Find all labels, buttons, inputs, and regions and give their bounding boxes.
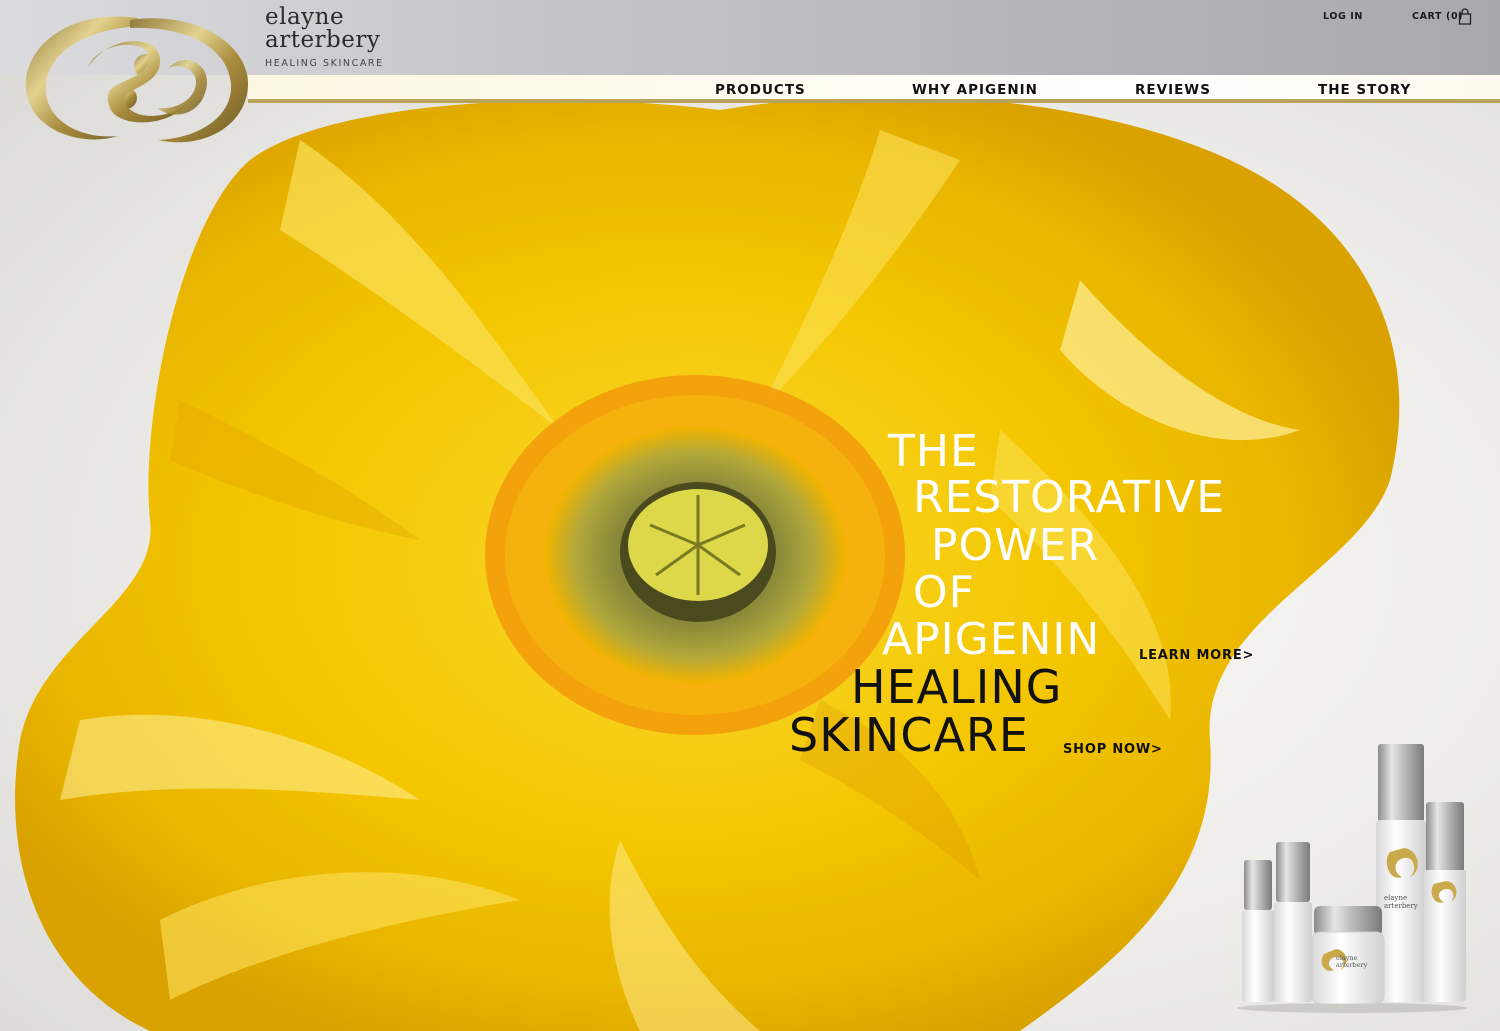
tall-bottle-brand-line2: arterbery — [1384, 902, 1418, 910]
main-nav: PRODUCTS WHY APIGENIN REVIEWS THE STORY — [248, 75, 1500, 103]
hero-subline-healing: HEALING — [851, 660, 1063, 714]
jar-brand-line2: arterbery — [1336, 961, 1368, 969]
shopping-bag-icon[interactable] — [1458, 8, 1472, 25]
learn-more-link[interactable]: LEARN MORE> — [1139, 648, 1254, 663]
brand-name-line1: elayne — [265, 4, 345, 30]
product-lineup-image[interactable]: elayne arterbery elayne arterbery — [1232, 742, 1472, 1014]
nav-the-story[interactable]: THE STORY — [1318, 82, 1411, 98]
hero-headline-line4: OF — [913, 567, 975, 618]
nav-reviews[interactable]: REVIEWS — [1135, 82, 1211, 98]
hero-headline-line1: THE — [888, 426, 979, 477]
nav-why-apigenin[interactable]: WHY APIGENIN — [912, 82, 1038, 98]
brand-tagline: HEALING SKINCARE — [265, 58, 384, 69]
brand-logo-icon[interactable] — [18, 8, 258, 154]
hero-headline-line3: POWER — [931, 520, 1100, 571]
hero-headline-line2: RESTORATIVE — [913, 472, 1226, 523]
brand-name-line2: arterbery — [265, 27, 381, 53]
login-link[interactable]: LOG IN — [1323, 11, 1363, 22]
hero-headline-line5: APIGENIN — [882, 614, 1101, 665]
tall-bottle-brand-line1: elayne — [1384, 894, 1407, 902]
hero-subline-skincare: SKINCARE — [789, 708, 1029, 762]
cart-link[interactable]: CART (0) — [1412, 11, 1463, 22]
shop-now-link[interactable]: SHOP NOW> — [1063, 742, 1163, 757]
brand-wordmark[interactable]: elayne arterbery — [265, 6, 380, 52]
nav-products[interactable]: PRODUCTS — [715, 82, 806, 98]
